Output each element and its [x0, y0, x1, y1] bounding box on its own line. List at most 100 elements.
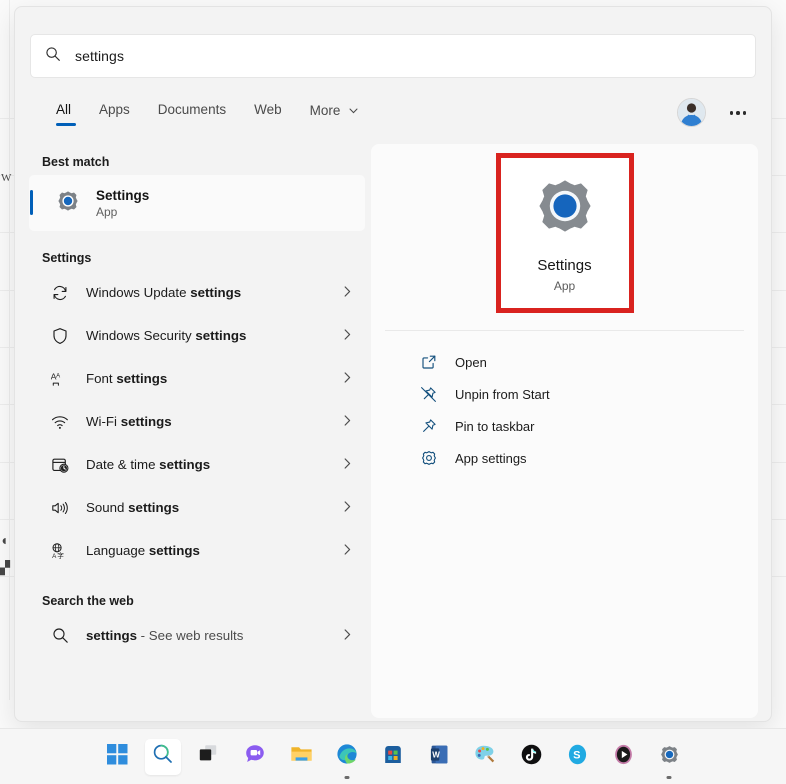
chevron-right-icon	[344, 499, 351, 517]
start-button[interactable]	[99, 739, 135, 775]
svg-text:W: W	[432, 750, 440, 759]
app-preview-panel: Settings App Open Unpin from Start Pin t…	[371, 144, 758, 718]
tab-label: All	[56, 102, 72, 117]
section-header-best-match: Best match	[42, 155, 110, 169]
paint-icon	[474, 744, 496, 770]
search-icon	[45, 46, 61, 67]
skype-icon: S	[567, 744, 588, 770]
windows-logo-icon	[106, 743, 128, 770]
language-icon: A 字	[51, 542, 69, 560]
action-label: App settings	[455, 450, 527, 466]
settings-gear-icon	[533, 174, 597, 243]
ellipsis-dot	[729, 111, 734, 115]
tab-documents[interactable]: Documents	[144, 99, 240, 128]
search-input[interactable]: settings	[30, 34, 756, 78]
update-icon	[51, 284, 69, 302]
tab-label: More	[309, 103, 341, 118]
search-button[interactable]	[145, 738, 181, 775]
chevron-right-icon	[344, 370, 351, 388]
best-match-result-settings[interactable]: Settings App	[29, 175, 365, 231]
open-external-icon	[420, 354, 437, 371]
chat-button[interactable]	[237, 739, 273, 775]
result-row-windows-update-settings[interactable]: Windows Update settings	[29, 271, 365, 314]
section-header-search-the-web: Search the web	[42, 594, 134, 608]
wifi-icon	[51, 413, 69, 431]
result-label: Font settings	[86, 371, 168, 386]
more-options-button[interactable]	[723, 101, 753, 125]
action-unpin-from-start[interactable]: Unpin from Start	[381, 378, 748, 410]
action-label: Pin to taskbar	[455, 418, 535, 434]
word-button[interactable]: W	[421, 739, 457, 775]
results-list: Best match Settings App Settings Windows…	[29, 143, 369, 717]
tab-label: Apps	[99, 102, 130, 117]
section-header-settings: Settings	[42, 251, 92, 265]
result-row-language-settings[interactable]: A 字 Language settings	[29, 529, 365, 572]
clock-calendar-icon	[51, 456, 69, 474]
preview-divider	[385, 330, 744, 331]
result-label: Sound settings	[86, 500, 180, 515]
result-label: Date & time settings	[86, 457, 211, 472]
app-action-list: Open Unpin from Start Pin to taskbar App…	[371, 346, 758, 474]
app-name: Settings	[537, 256, 592, 274]
ellipsis-dot	[736, 111, 740, 115]
app-highlight-box: Settings App	[495, 153, 634, 313]
paint-button[interactable]	[467, 739, 503, 775]
result-row-font-settings[interactable]: A A Font settings	[29, 357, 365, 400]
svg-text:S: S	[573, 749, 580, 761]
task-view-button[interactable]	[191, 739, 227, 775]
app-hero: Settings App	[371, 144, 758, 322]
speaker-icon	[51, 499, 69, 517]
result-row-wifi-settings[interactable]: Wi-Fi settings	[29, 400, 365, 443]
chevron-right-icon	[344, 456, 351, 474]
search-flyout-panel: settings All Apps Documents Web More Bes…	[14, 6, 772, 722]
result-row-web-search[interactable]: settings - See web results	[29, 614, 365, 657]
settings-gear-icon	[56, 189, 80, 218]
pin-icon	[420, 418, 437, 435]
word-icon: W	[430, 744, 449, 770]
action-app-settings[interactable]: App settings	[381, 442, 748, 474]
tab-apps[interactable]: Apps	[85, 99, 144, 128]
settings-button[interactable]	[651, 739, 687, 775]
chat-icon	[244, 743, 266, 770]
tiktok-button[interactable]	[513, 739, 549, 775]
chevron-right-icon	[344, 627, 351, 645]
edge-button[interactable]	[329, 739, 365, 775]
search-icon	[152, 743, 174, 770]
tab-label: Web	[254, 102, 282, 117]
best-match-title: Settings	[96, 187, 150, 203]
background-divider	[9, 0, 10, 700]
background-artifact: W	[1, 172, 12, 184]
font-icon: A A	[51, 370, 69, 388]
store-button[interactable]	[375, 739, 411, 775]
action-pin-to-taskbar[interactable]: Pin to taskbar	[381, 410, 748, 442]
result-row-date-time-settings[interactable]: Date & time settings	[29, 443, 365, 486]
file-explorer-button[interactable]	[283, 739, 319, 775]
action-open[interactable]: Open	[381, 346, 748, 378]
tab-more[interactable]: More	[296, 99, 373, 129]
media-player-button[interactable]	[605, 739, 641, 775]
account-avatar[interactable]	[677, 98, 706, 127]
tab-web[interactable]: Web	[240, 99, 296, 128]
chevron-right-icon	[344, 327, 351, 345]
chevron-right-icon	[344, 413, 351, 431]
svg-text:字: 字	[57, 551, 64, 560]
folder-icon	[290, 744, 313, 769]
store-icon	[383, 744, 403, 770]
filter-tabs: All Apps Documents Web More	[43, 99, 372, 129]
action-label: Open	[455, 354, 487, 370]
skype-button[interactable]: S	[559, 739, 595, 775]
result-row-windows-security-settings[interactable]: Windows Security settings	[29, 314, 365, 357]
result-label: Windows Update settings	[86, 285, 242, 300]
result-row-sound-settings[interactable]: Sound settings	[29, 486, 365, 529]
best-match-texts: Settings App	[96, 188, 149, 219]
media-player-icon	[613, 744, 634, 770]
unpin-icon	[420, 386, 437, 403]
result-label: settings - See web results	[86, 628, 244, 643]
tab-all[interactable]: All	[43, 99, 85, 128]
edge-icon	[336, 743, 358, 770]
chevron-down-icon	[349, 102, 358, 117]
svg-text:A: A	[56, 373, 61, 379]
tab-label: Documents	[157, 102, 227, 117]
settings-gear-icon	[659, 744, 680, 770]
app-type: App	[553, 278, 576, 293]
